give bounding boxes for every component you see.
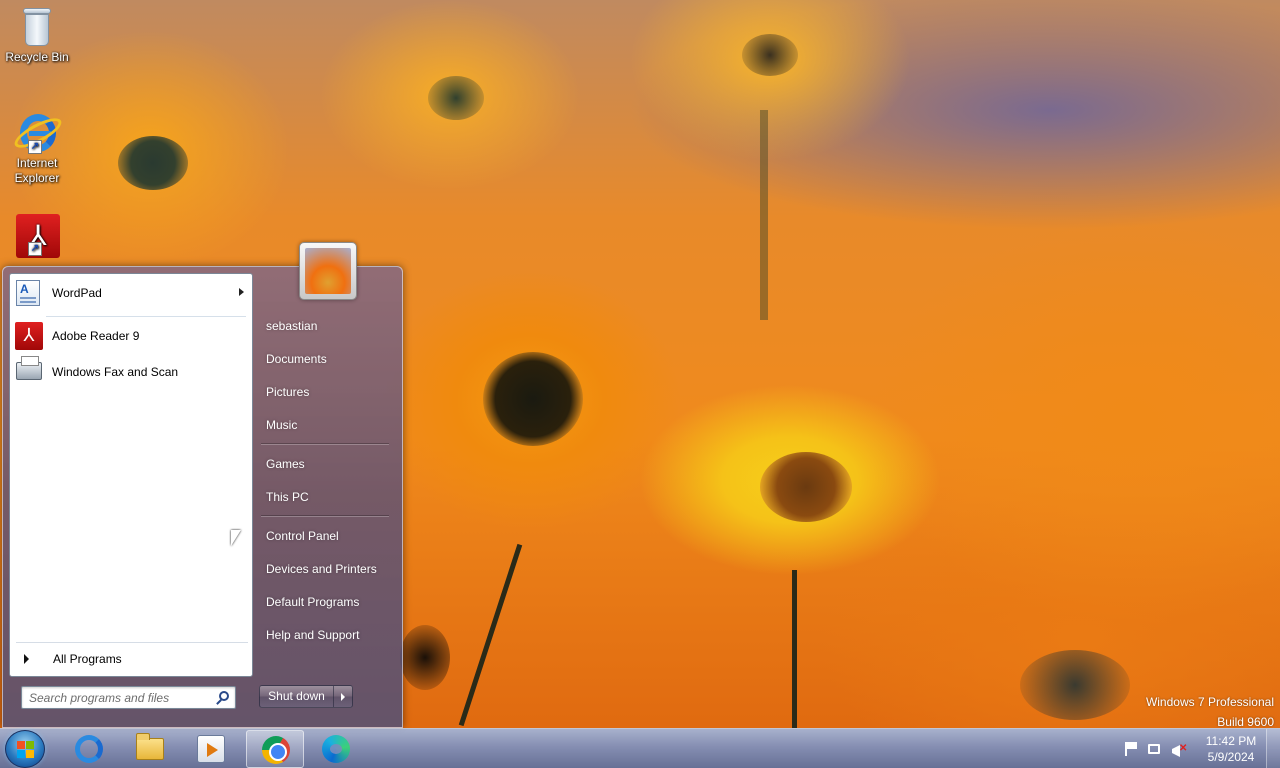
clock-time: 11:42 PM <box>1205 734 1257 748</box>
right-link-pictures[interactable]: Pictures <box>260 378 394 406</box>
shortcut-arrow-icon: ↗ <box>28 242 42 256</box>
right-link-games[interactable]: Games <box>260 450 394 478</box>
expand-arrow-icon <box>24 654 29 664</box>
search-input[interactable] <box>22 687 212 708</box>
system-clock[interactable]: 11:42 PM 5/9/2024 <box>1196 733 1266 765</box>
media-player-icon <box>197 735 225 763</box>
adobe-reader-icon: ⅄ <box>14 322 44 350</box>
start-button[interactable] <box>5 730 45 768</box>
wallpaper-stem <box>792 570 797 728</box>
network-icon[interactable] <box>1148 744 1160 754</box>
wallpaper-stem <box>760 110 768 320</box>
show-desktop-button[interactable] <box>1266 729 1280 768</box>
recycle-bin-icon <box>16 6 58 48</box>
divider <box>261 515 389 516</box>
fax-scanner-icon <box>14 356 44 386</box>
action-center-flag-icon[interactable] <box>1124 742 1138 756</box>
internet-explorer-icon <box>75 735 103 763</box>
user-picture[interactable] <box>299 242 357 300</box>
mouse-pointer-icon <box>231 530 241 546</box>
shutdown-button-group: Shut down <box>259 685 353 708</box>
program-adobe-reader[interactable]: ⅄ Adobe Reader 9 <box>14 319 250 353</box>
taskbar: 11:42 PM 5/9/2024 <box>0 728 1280 768</box>
right-link-documents[interactable]: Documents <box>260 345 394 373</box>
edge-icon <box>322 735 350 763</box>
right-link-help-and-support[interactable]: Help and Support <box>260 621 394 649</box>
taskbar-chrome[interactable] <box>246 730 304 768</box>
shortcut-arrow-icon: ↗ <box>28 140 42 154</box>
all-programs-button[interactable]: All Programs <box>16 646 252 672</box>
program-label: Windows Fax and Scan <box>52 365 179 379</box>
watermark-edition: Windows 7 Professional <box>1145 695 1274 709</box>
wordpad-icon <box>14 279 44 307</box>
internet-explorer-icon: ↗ <box>10 112 66 154</box>
chrome-icon <box>262 736 290 764</box>
shutdown-options-arrow-icon[interactable] <box>334 686 352 707</box>
desktop-icon-internet-explorer[interactable]: ↗ Internet Explorer <box>0 112 74 186</box>
adobe-reader-icon: ⅄ ↗ <box>16 214 60 258</box>
desktop-icon-label: Recycle Bin <box>5 50 69 64</box>
start-menu-programs-pane: WordPad ⅄ Adobe Reader 9 Windows Fax and… <box>9 273 253 677</box>
watermark-build: Build 9600 <box>1217 715 1274 728</box>
volume-muted-icon[interactable] <box>1172 742 1187 757</box>
wallpaper-flower-center <box>742 34 798 76</box>
desktop-icon-label: Internet Explorer <box>14 156 60 185</box>
desktop-icon-adobe-reader[interactable]: ⅄ ↗ <box>0 214 74 258</box>
right-link-default-programs[interactable]: Default Programs <box>260 588 394 616</box>
file-explorer-icon <box>136 733 164 760</box>
wallpaper-stem <box>458 543 523 727</box>
wallpaper-flower-center <box>118 136 188 190</box>
right-link-control-panel[interactable]: Control Panel <box>260 522 394 550</box>
taskbar-internet-explorer[interactable] <box>60 730 118 768</box>
program-label: Adobe Reader 9 <box>52 329 140 343</box>
right-link-devices-and-printers[interactable]: Devices and Printers <box>260 555 394 583</box>
all-programs-label: All Programs <box>53 652 122 666</box>
start-menu: WordPad ⅄ Adobe Reader 9 Windows Fax and… <box>2 242 403 728</box>
right-link-this-pc[interactable]: This PC <box>260 483 394 511</box>
divider <box>16 642 248 643</box>
taskbar-edge[interactable] <box>307 730 365 768</box>
divider <box>261 443 389 444</box>
windows-version-watermark: Windows 7 Professional Build 9600 <box>1146 692 1274 728</box>
taskbar-media-player[interactable] <box>182 730 240 768</box>
right-link-music[interactable]: Music <box>260 411 394 439</box>
program-wordpad[interactable]: WordPad <box>14 276 250 310</box>
wallpaper-flower-center <box>760 452 852 522</box>
clock-date: 5/9/2024 <box>1207 750 1255 764</box>
divider <box>46 316 246 317</box>
wallpaper-flower-center <box>428 76 484 120</box>
program-label: WordPad <box>52 286 102 300</box>
search-box[interactable] <box>21 686 236 709</box>
windows-logo-icon <box>17 741 35 759</box>
search-icon[interactable] <box>219 691 229 701</box>
taskbar-file-explorer[interactable] <box>121 730 179 768</box>
wallpaper-flower-center <box>400 625 450 690</box>
right-link-user-folder[interactable]: sebastian <box>260 312 394 340</box>
shutdown-button[interactable]: Shut down <box>260 686 334 707</box>
wallpaper-flower-center <box>1020 650 1130 720</box>
user-picture-image <box>305 248 351 294</box>
wallpaper-flower-center <box>483 352 583 446</box>
desktop-icon-recycle-bin[interactable]: Recycle Bin <box>0 6 74 65</box>
program-windows-fax-and-scan[interactable]: Windows Fax and Scan <box>14 355 250 389</box>
submenu-arrow-icon[interactable] <box>239 288 244 296</box>
